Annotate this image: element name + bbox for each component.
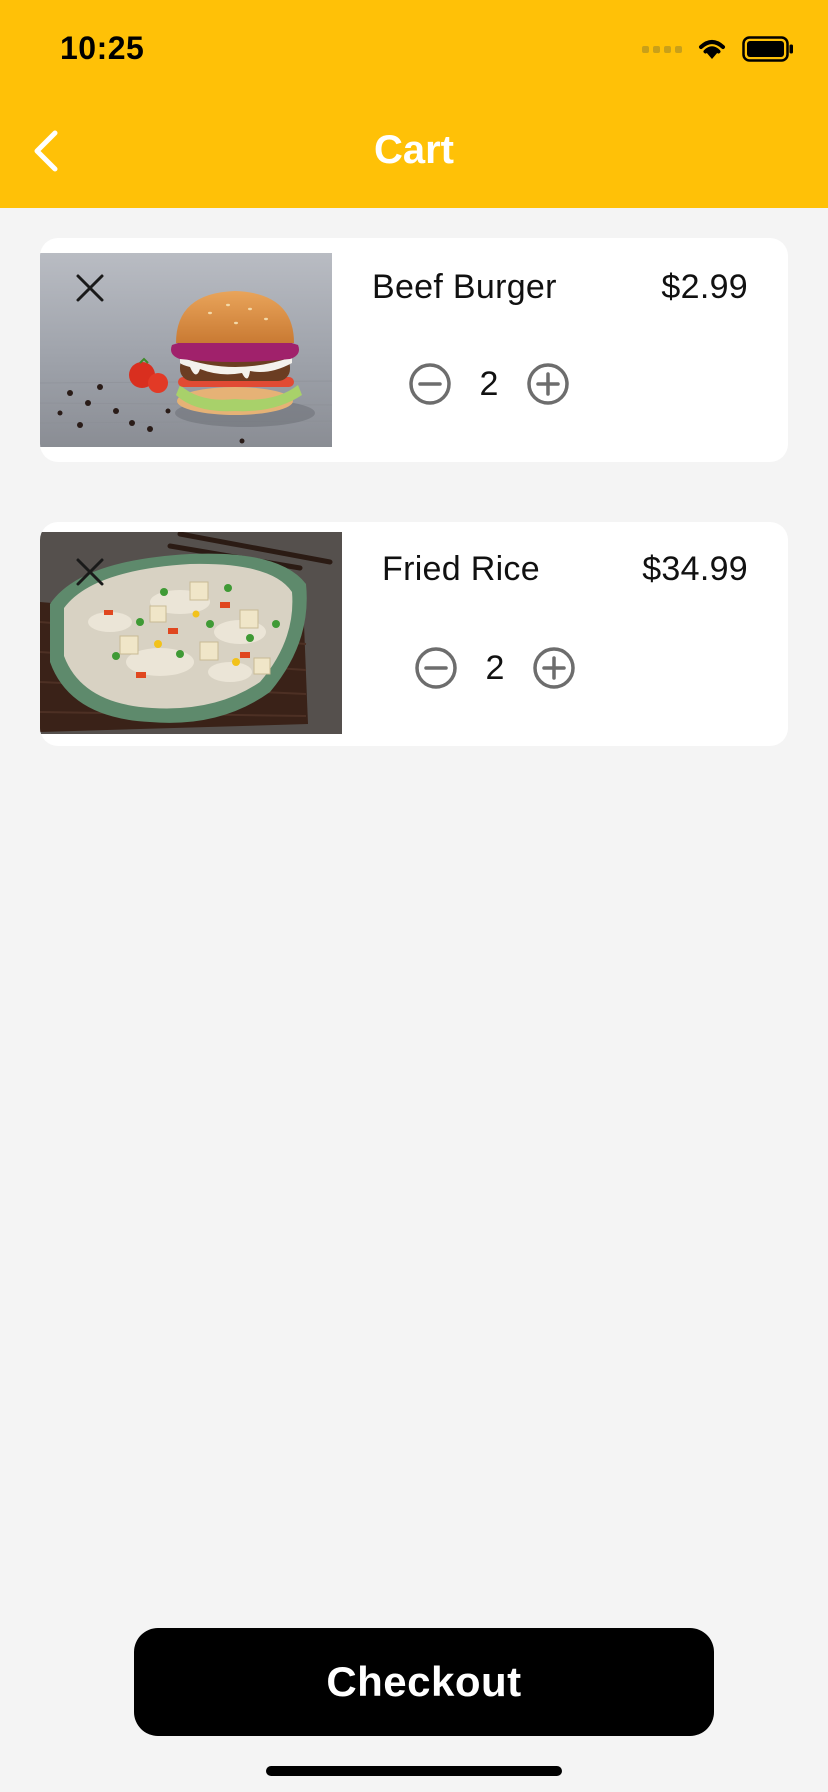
status-time: 10:25 <box>60 30 145 66</box>
header-bar: 10:25 Cart <box>0 0 828 208</box>
signal-icon <box>642 45 682 53</box>
battery-icon <box>742 36 794 62</box>
decrease-quantity-button[interactable] <box>408 362 452 406</box>
remove-item-button[interactable] <box>70 268 110 308</box>
minus-circle-icon <box>415 647 457 689</box>
home-indicator <box>266 1766 562 1776</box>
quantity-value: 2 <box>485 648 505 687</box>
plus-circle-icon <box>527 363 569 405</box>
cart-screen: 10:25 Cart Beef Burger $2.99 2 Fried Ric… <box>0 0 828 1792</box>
increase-quantity-button[interactable] <box>526 362 570 406</box>
cart-item-card: Beef Burger $2.99 2 <box>40 238 788 462</box>
quantity-stepper: 2 <box>408 362 570 406</box>
increase-quantity-button[interactable] <box>532 646 576 690</box>
item-price: $34.99 <box>642 550 748 588</box>
item-name: Fried Rice <box>382 550 540 588</box>
cart-item-card: Fried Rice $34.99 2 <box>40 522 788 746</box>
item-price: $2.99 <box>661 268 748 306</box>
status-icons <box>642 36 794 62</box>
close-icon <box>76 558 104 586</box>
close-icon <box>76 274 104 302</box>
quantity-stepper: 2 <box>414 646 576 690</box>
plus-circle-icon <box>533 647 575 689</box>
quantity-value: 2 <box>479 364 499 403</box>
remove-item-button[interactable] <box>70 552 110 592</box>
item-name: Beef Burger <box>372 268 557 306</box>
checkout-button[interactable]: Checkout <box>134 1628 714 1736</box>
wifi-icon <box>696 37 728 61</box>
decrease-quantity-button[interactable] <box>414 646 458 690</box>
minus-circle-icon <box>409 363 451 405</box>
page-title: Cart <box>373 128 455 172</box>
